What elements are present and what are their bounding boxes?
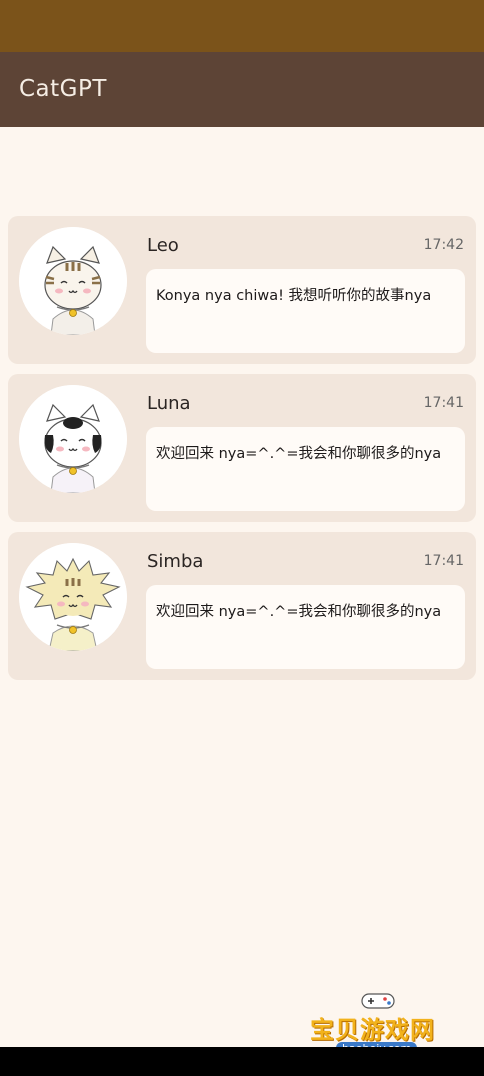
message-bubble: 欢迎回来 nya=^.^=我会和你聊很多的nya xyxy=(146,427,465,511)
chat-time: 17:41 xyxy=(423,395,464,411)
tabby-cat-avatar-icon xyxy=(19,227,127,335)
message-bubble: 欢迎回来 nya=^.^=我会和你聊很多的nya xyxy=(146,585,465,669)
chat-name: Simba xyxy=(147,551,204,572)
chat-time: 17:42 xyxy=(423,237,464,253)
chat-item-simba[interactable]: Simba 17:41 欢迎回来 nya=^.^=我会和你聊很多的nya xyxy=(8,532,476,680)
gamepad-icon xyxy=(361,993,395,1009)
app-bar: CatGPT xyxy=(0,52,484,127)
navigation-bar xyxy=(0,1047,484,1076)
watermark-text: 宝贝游戏网 xyxy=(310,1016,435,1044)
status-bar xyxy=(0,0,484,52)
spotted-cat-avatar-icon xyxy=(19,385,127,493)
chat-message: 欢迎回来 nya=^.^=我会和你聊很多的nya xyxy=(156,446,442,462)
chat-name: Leo xyxy=(147,235,179,256)
message-bubble: Konya nya chiwa! 我想听听你的故事nya xyxy=(146,269,465,353)
chat-item-luna[interactable]: Luna 17:41 欢迎回来 nya=^.^=我会和你聊很多的nya xyxy=(8,374,476,522)
chat-list: Leo 17:42 Konya nya chiwa! 我想听听你的故事nya L… xyxy=(8,216,476,690)
chat-message: 欢迎回来 nya=^.^=我会和你聊很多的nya xyxy=(156,604,442,620)
chat-item-leo[interactable]: Leo 17:42 Konya nya chiwa! 我想听听你的故事nya xyxy=(8,216,476,364)
chat-time: 17:41 xyxy=(423,553,464,569)
chat-name: Luna xyxy=(147,393,191,414)
lion-cat-avatar-icon xyxy=(19,543,127,651)
chat-message: Konya nya chiwa! 我想听听你的故事nya xyxy=(156,288,432,304)
app-title: CatGPT xyxy=(19,76,107,102)
